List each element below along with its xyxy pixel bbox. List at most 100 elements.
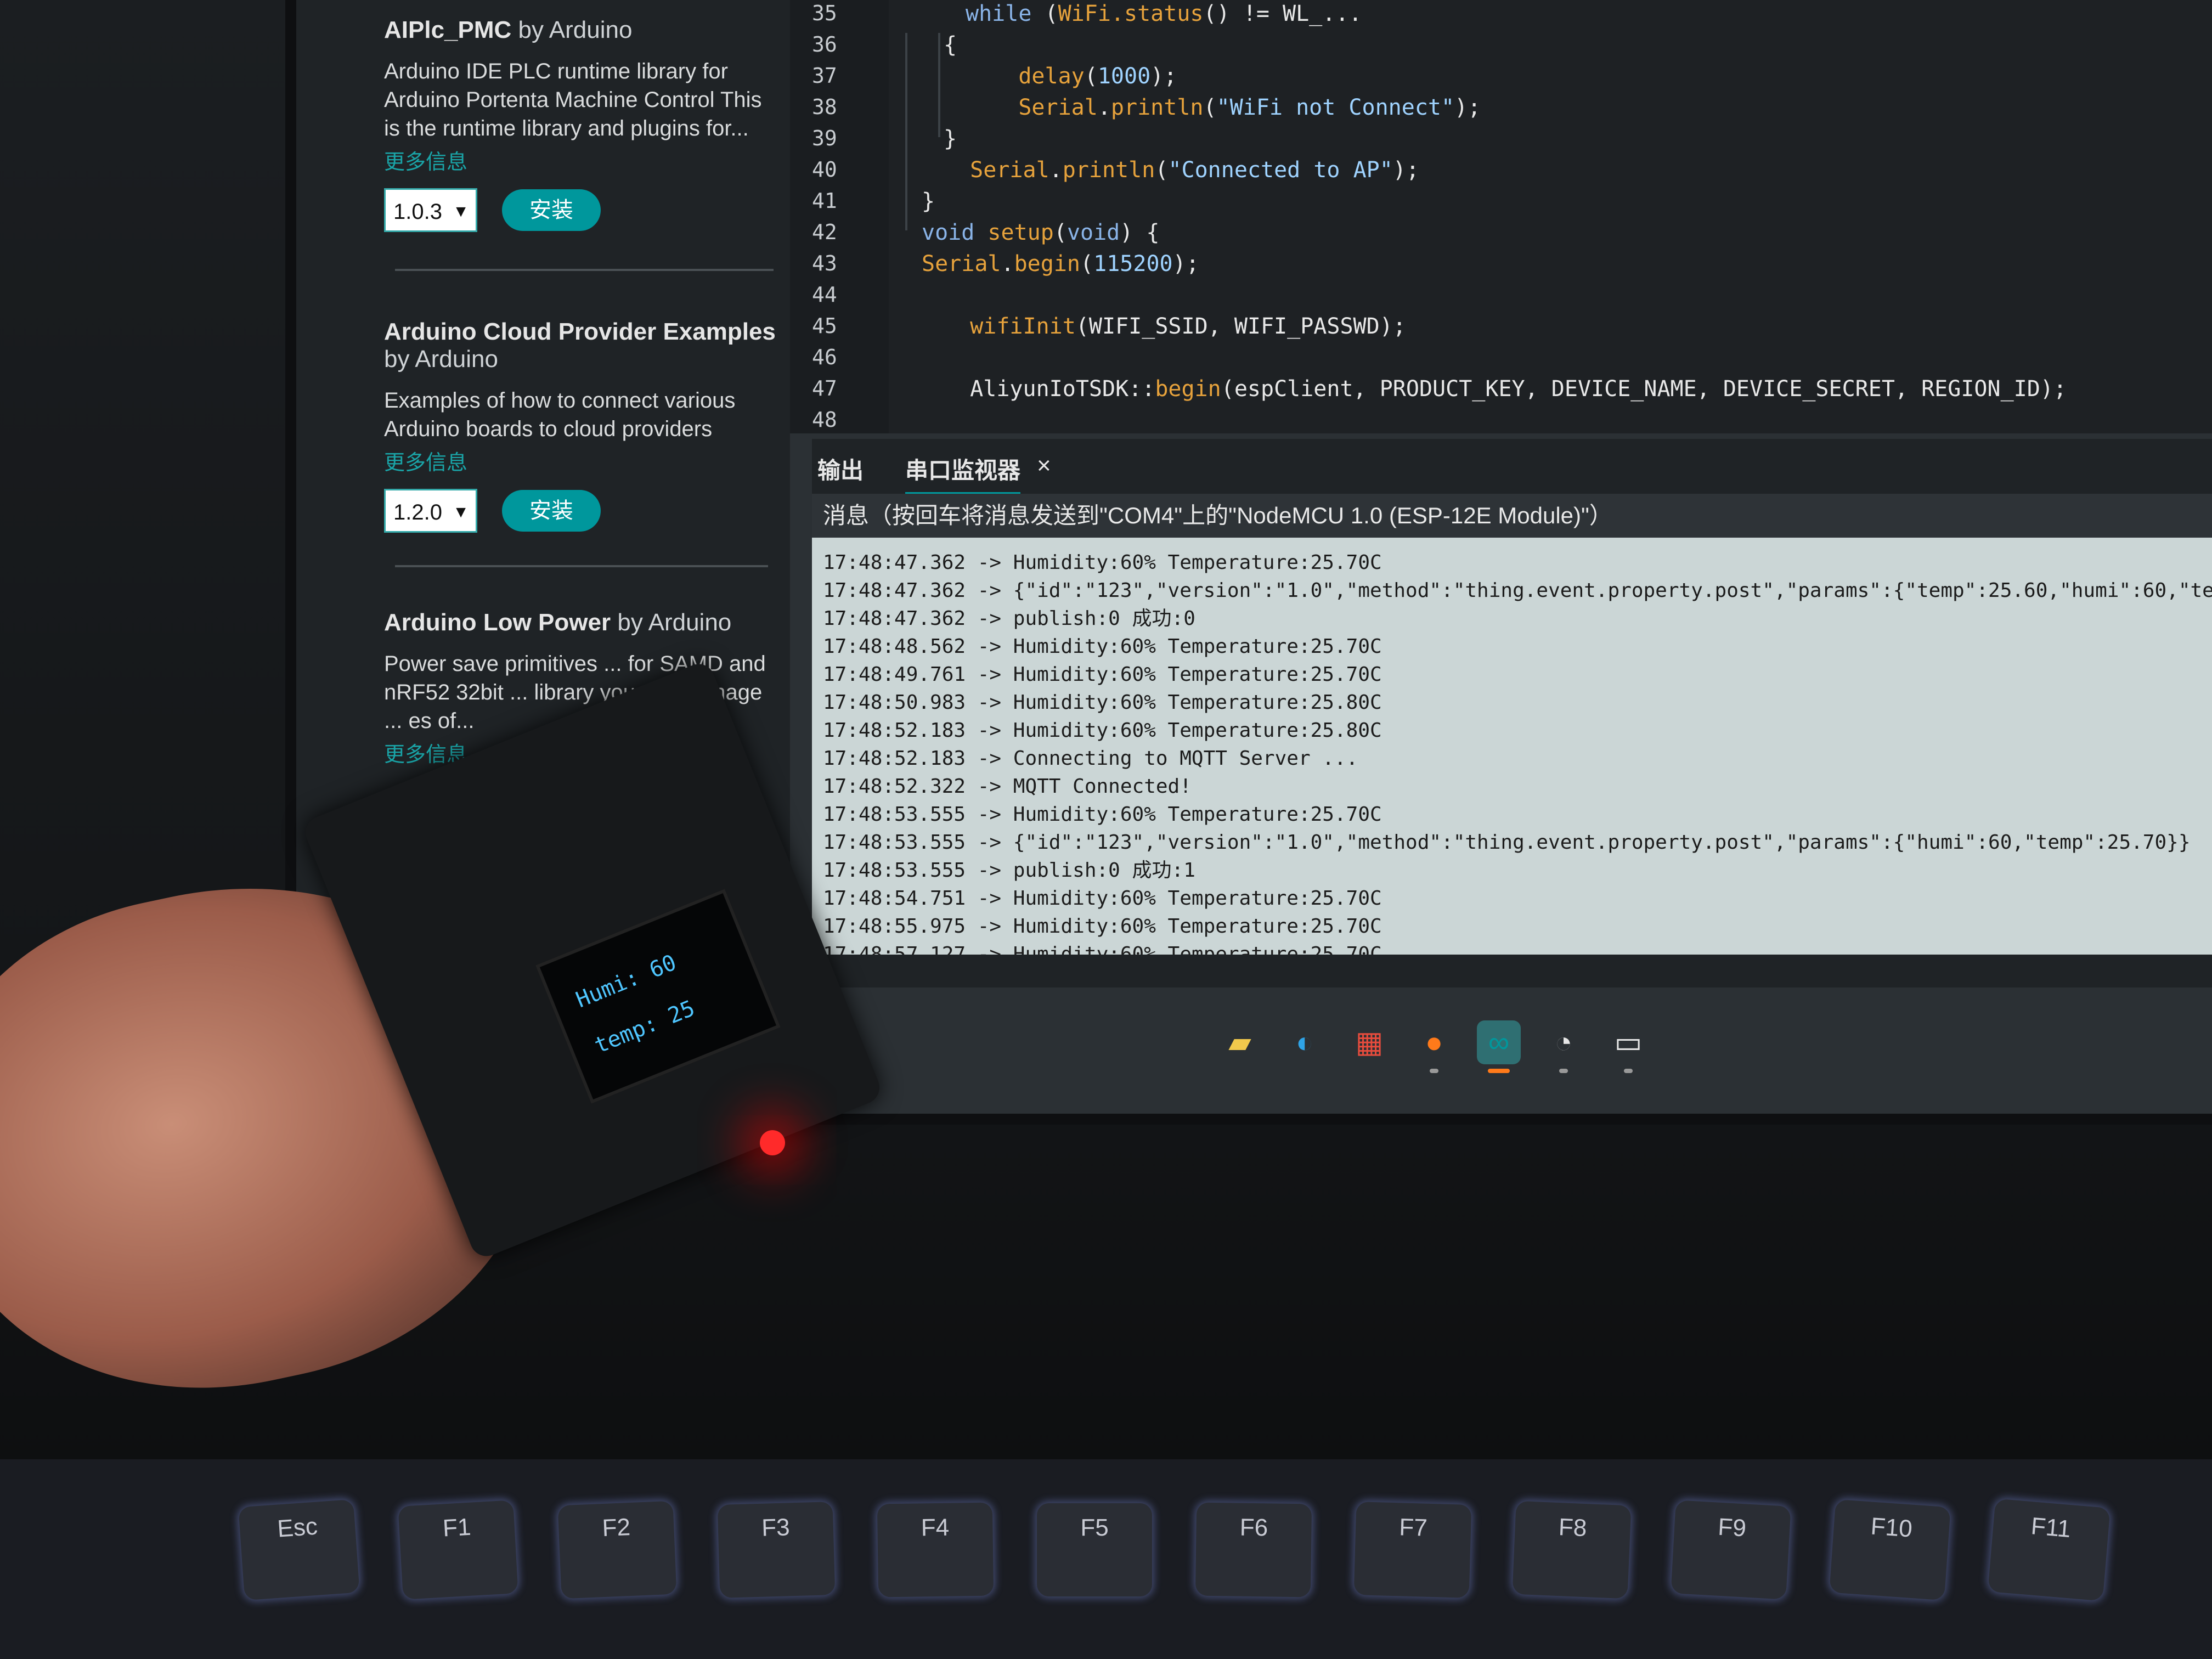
serial-line: 17:48:53.555 -> Humidity:60% Temperature… <box>823 803 1382 826</box>
line-number: 45 <box>812 314 837 338</box>
serial-line: 17:48:47.362 -> Humidity:60% Temperature… <box>823 551 1382 574</box>
remote-desktop-icon[interactable]: ▭ <box>1606 1020 1650 1064</box>
code-line: } <box>922 189 935 214</box>
key-f10[interactable]: F10 <box>1829 1499 1951 1601</box>
line-number: 36 <box>812 32 837 57</box>
edge-icon[interactable]: ◐ <box>1283 1020 1327 1064</box>
line-number: 46 <box>812 345 837 369</box>
code-line: delay(1000); <box>1018 64 1177 89</box>
arduino-ide-icon[interactable]: ∞ <box>1477 1020 1521 1064</box>
divider <box>395 565 768 567</box>
indent-guide <box>905 33 907 230</box>
library-author: by Arduino <box>384 346 498 373</box>
key-f4[interactable]: F4 <box>877 1502 994 1598</box>
oled-humidity: Humi: 60 <box>572 950 680 1013</box>
firefox-icon[interactable]: ● <box>1412 1020 1456 1064</box>
serial-line: 17:48:52.183 -> Connecting to MQTT Serve… <box>823 747 1358 770</box>
code-line: Serial.println("Connected to AP"); <box>970 157 1420 183</box>
serial-line: 17:48:50.983 -> Humidity:60% Temperature… <box>823 691 1382 714</box>
key-f2[interactable]: F2 <box>557 1500 677 1599</box>
key-f5[interactable]: F5 <box>1037 1503 1152 1596</box>
code-line: } <box>944 126 957 151</box>
library-description: Arduino IDE PLC runtime library for Ardu… <box>384 59 762 140</box>
indent-guide <box>938 33 940 137</box>
running-indicator <box>1488 1069 1510 1073</box>
running-indicator <box>1559 1069 1568 1073</box>
line-number: 38 <box>812 95 837 119</box>
keyboard: Esc F1 F2 F3 F4 F5 F6 F7 F8 F9 F10 F11 <box>0 1459 2212 1659</box>
code-line: void setup(void) { <box>922 220 1160 245</box>
version-value: 1.0.3 <box>393 200 442 224</box>
serial-line: 17:48:57.127 -> Humidity:60% Temperature… <box>823 943 1382 955</box>
code-editor[interactable]: 35 while (WiFi.status() != WL_... 36 {37 de… <box>790 0 2212 433</box>
key-f11[interactable]: F11 <box>1988 1498 2111 1601</box>
key-f3[interactable]: F3 <box>717 1502 836 1598</box>
version-select[interactable]: 1.0.3 ▼ <box>384 188 477 232</box>
bottom-panel: 输出 串口监视器 × 消息（按回车将消息发送到"COM4"上的"NodeMCU … <box>812 439 2212 988</box>
version-value: 1.2.0 <box>393 500 442 524</box>
running-indicator <box>1430 1069 1438 1073</box>
install-button[interactable]: 安装 <box>502 189 601 231</box>
chevron-down-icon: ▼ <box>453 202 469 221</box>
serial-line: 17:48:54.751 -> Humidity:60% Temperature… <box>823 887 1382 910</box>
serial-line: 17:48:55.975 -> Humidity:60% Temperature… <box>823 915 1382 938</box>
install-button[interactable]: 安装 <box>502 490 601 532</box>
key-f6[interactable]: F6 <box>1195 1502 1312 1598</box>
library-name: Arduino Cloud Provider Examples <box>384 318 776 345</box>
panel-tabs: 输出 串口监视器 × <box>812 439 2212 495</box>
serial-line: 17:48:49.761 -> Humidity:60% Temperature… <box>823 663 1382 686</box>
code-line: wifiInit(WIFI_SSID, WIFI_PASSWD); <box>970 314 1406 339</box>
taskbar: ▰ ◐ ▦ ● ∞ ◔ ▭ <box>1174 1009 2212 1081</box>
library-author: by Arduino <box>518 16 633 43</box>
more-info-link[interactable]: 更多信息 <box>384 145 779 175</box>
library-controls: 1.2.0 ▼ 安装 <box>384 489 779 538</box>
wechat-icon[interactable]: ◔ <box>1542 1020 1585 1064</box>
divider <box>395 269 774 271</box>
key-f8[interactable]: F8 <box>1512 1500 1632 1599</box>
line-number: 37 <box>812 64 837 88</box>
tab-output[interactable]: 输出 <box>817 452 864 486</box>
oled-display: Humi: 60 temp: 25 <box>535 889 781 1104</box>
library-description: Examples of how to connect various Ardui… <box>384 388 736 441</box>
tab-serial-monitor[interactable]: 串口监视器 <box>905 452 1021 495</box>
serial-line: 17:48:53.555 -> {"id":"123","version":"1… <box>823 831 2191 854</box>
serial-line: 17:48:47.362 -> publish:0 成功:0 <box>823 607 1195 630</box>
line-number: 48 <box>812 408 837 432</box>
microsoft-store-icon[interactable]: ▦ <box>1347 1020 1391 1064</box>
line-number: 35 <box>812 1 837 25</box>
running-indicator <box>1624 1069 1633 1073</box>
oled-temperature: temp: 25 <box>591 995 698 1059</box>
line-number: 44 <box>812 283 837 307</box>
library-author: by Arduino <box>617 609 732 636</box>
code-line: while (WiFi.status() != WL_... <box>966 1 1362 26</box>
more-info-link[interactable]: 更多信息 <box>384 445 779 476</box>
code-line: AliyunIoTSDK::begin(espClient, PRODUCT_K… <box>944 376 2067 402</box>
code-line: { <box>944 32 957 58</box>
serial-line: 17:48:53.555 -> publish:0 成功:1 <box>823 859 1195 882</box>
code-line: Serial.begin(115200); <box>922 251 1199 276</box>
close-icon[interactable]: × <box>1037 452 1051 479</box>
library-item: Arduino Cloud Provider Examples by Ardui… <box>384 318 779 538</box>
file-explorer-icon[interactable]: ▰ <box>1218 1020 1262 1064</box>
key-f1[interactable]: F1 <box>398 1500 518 1600</box>
line-number: 41 <box>812 189 837 213</box>
library-controls: 1.0.3 ▼ 安装 <box>384 188 779 238</box>
serial-line: 17:48:48.562 -> Humidity:60% Temperature… <box>823 635 1382 658</box>
library-name: Arduino Low Power <box>384 609 611 636</box>
message-input[interactable]: 消息（按回车将消息发送到"COM4"上的"NodeMCU 1.0 (ESP-12… <box>812 494 2212 538</box>
chevron-down-icon: ▼ <box>453 503 469 521</box>
version-select[interactable]: 1.2.0 ▼ <box>384 489 477 533</box>
key-esc[interactable]: Esc <box>238 1499 360 1601</box>
serial-output: 17:48:47.362 -> Humidity:60% Temperature… <box>812 538 2212 955</box>
line-number: 39 <box>812 126 837 150</box>
serial-line: 17:48:47.362 -> {"id":"123","version":"1… <box>823 579 2212 602</box>
key-f7[interactable]: F7 <box>1353 1502 1472 1598</box>
line-number: 42 <box>812 220 837 244</box>
line-number: 40 <box>812 157 837 182</box>
red-led <box>760 1130 785 1155</box>
serial-line: 17:48:52.183 -> Humidity:60% Temperature… <box>823 719 1382 742</box>
key-f9[interactable]: F9 <box>1671 1500 1791 1600</box>
library-name: AIPlc_PMC <box>384 16 512 43</box>
line-number: 43 <box>812 251 837 275</box>
line-number: 47 <box>812 376 837 400</box>
